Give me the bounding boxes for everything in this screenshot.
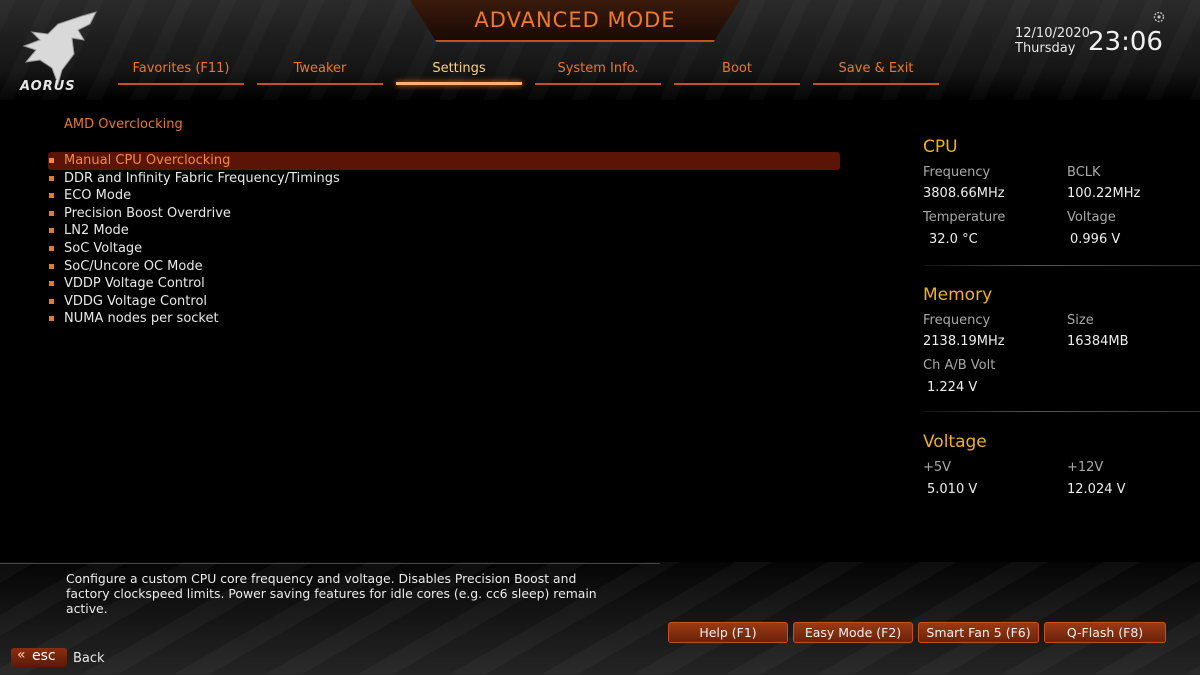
memory-volt-value: 1.224 V bbox=[927, 380, 978, 395]
memory-size-value: 16384MB bbox=[1067, 334, 1129, 349]
double-chevron-left-icon: « bbox=[17, 647, 26, 663]
smart-fan-button[interactable]: Smart Fan 5 (F6) bbox=[918, 622, 1039, 643]
plus12v-label: +12V bbox=[1067, 460, 1104, 475]
page-title: ADVANCED MODE bbox=[474, 8, 676, 32]
memory-frequency-label: Frequency bbox=[923, 313, 991, 328]
section-title: AMD Overclocking bbox=[64, 117, 183, 132]
cpu-voltage-label: Voltage bbox=[1067, 210, 1116, 225]
tab-underline bbox=[118, 83, 244, 85]
back-label[interactable]: Back bbox=[73, 651, 105, 666]
plus12v-value: 12.024 V bbox=[1067, 482, 1126, 497]
tab-label: System Info. bbox=[557, 61, 639, 76]
bullet-icon bbox=[49, 193, 54, 199]
bullet-icon bbox=[49, 298, 54, 304]
bullet-icon bbox=[49, 158, 54, 163]
menu-item-label: ECO Mode bbox=[64, 188, 132, 204]
cpu-panel: CPU Frequency BCLK 3808.66MHz 100.22MHz … bbox=[923, 137, 1200, 266]
bullet-icon bbox=[49, 245, 54, 251]
gear-icon[interactable] bbox=[1153, 11, 1165, 23]
divider bbox=[0, 563, 660, 564]
memory-heading: Memory bbox=[923, 285, 993, 305]
easy-mode-button[interactable]: Easy Mode (F2) bbox=[793, 622, 913, 643]
menu-item-label: SoC Voltage bbox=[64, 240, 143, 256]
cpu-temperature-value: 32.0 °C bbox=[929, 232, 978, 247]
tab-label: Tweaker bbox=[293, 61, 347, 76]
memory-panel: Memory Frequency Size 2138.19MHz 16384MB… bbox=[923, 285, 1200, 412]
tab-label: Boot bbox=[722, 61, 752, 76]
memory-size-label: Size bbox=[1067, 313, 1094, 328]
menu-item-soc-voltage[interactable]: SoC Voltage bbox=[48, 240, 840, 258]
menu-item-ln2-mode[interactable]: LN2 Mode bbox=[48, 222, 840, 240]
bullet-icon bbox=[49, 228, 54, 234]
cpu-temperature-label: Temperature bbox=[923, 210, 1006, 225]
help-button[interactable]: Help (F1) bbox=[668, 622, 788, 643]
esc-button[interactable]: « esc bbox=[11, 647, 67, 667]
tab-underline bbox=[535, 83, 661, 85]
menu-item-label: Precision Boost Overdrive bbox=[64, 205, 231, 221]
cpu-voltage-value: 0.996 V bbox=[1070, 232, 1121, 247]
tab-label: Save & Exit bbox=[838, 61, 914, 76]
bullet-icon bbox=[49, 263, 54, 269]
weekday-text: Thursday bbox=[1015, 41, 1076, 56]
menu-item-label: SoC/Uncore OC Mode bbox=[64, 258, 203, 274]
menu-item-vddp-voltage-control[interactable]: VDDP Voltage Control bbox=[48, 275, 840, 293]
menu-item-eco-mode[interactable]: ECO Mode bbox=[48, 187, 840, 205]
memory-volt-label: Ch A/B Volt bbox=[923, 358, 996, 373]
menu-item-soc-uncore-oc-mode[interactable]: SoC/Uncore OC Mode bbox=[48, 258, 840, 276]
tab-settings[interactable]: Settings bbox=[396, 61, 522, 85]
divider bbox=[923, 411, 1200, 412]
bullet-icon bbox=[49, 281, 54, 287]
tab-underline bbox=[396, 82, 522, 85]
q-flash-button[interactable]: Q-Flash (F8) bbox=[1044, 622, 1166, 643]
tab-save-exit[interactable]: Save & Exit bbox=[813, 61, 939, 85]
menu-item-label: VDDG Voltage Control bbox=[64, 293, 208, 309]
esc-label: esc bbox=[32, 648, 56, 664]
divider bbox=[923, 265, 1200, 266]
tab-label: Settings bbox=[432, 61, 486, 76]
cpu-heading: CPU bbox=[923, 137, 958, 157]
cpu-bclk-label: BCLK bbox=[1067, 165, 1101, 180]
date-text: 12/10/2020 bbox=[1015, 26, 1090, 41]
date-display: 12/10/2020 Thursday bbox=[1015, 26, 1090, 56]
tab-system-info[interactable]: System Info. bbox=[535, 61, 661, 85]
bullet-icon bbox=[49, 210, 54, 216]
bullet-icon bbox=[49, 316, 54, 322]
tab-underline bbox=[813, 83, 939, 85]
plus5v-label: +5V bbox=[923, 460, 952, 475]
menu-item-label: VDDP Voltage Control bbox=[64, 276, 205, 292]
voltage-heading: Voltage bbox=[923, 432, 987, 452]
menu-item-numa-nodes[interactable]: NUMA nodes per socket bbox=[48, 310, 840, 328]
plus5v-value: 5.010 V bbox=[927, 482, 978, 497]
tab-underline bbox=[674, 83, 800, 85]
menu-item-label: DDR and Infinity Fabric Frequency/Timing… bbox=[64, 170, 340, 186]
settings-menu: Manual CPU Overclocking DDR and Infinity… bbox=[48, 152, 840, 328]
clock: 23:06 bbox=[1088, 27, 1163, 57]
tab-tweaker[interactable]: Tweaker bbox=[257, 61, 383, 85]
menu-item-label: LN2 Mode bbox=[64, 223, 129, 239]
cpu-frequency-label: Frequency bbox=[923, 165, 991, 180]
brand-wordmark: AORUS bbox=[20, 79, 76, 94]
voltage-panel: Voltage +5V +12V 5.010 V 12.024 V bbox=[923, 432, 1200, 497]
tab-underline bbox=[257, 83, 383, 85]
menu-item-label: Manual CPU Overclocking bbox=[64, 153, 231, 168]
menu-item-vddg-voltage-control[interactable]: VDDG Voltage Control bbox=[48, 293, 840, 311]
menu-item-manual-cpu-overclocking[interactable]: Manual CPU Overclocking bbox=[48, 152, 840, 170]
cpu-frequency-value: 3808.66MHz bbox=[923, 186, 1005, 201]
help-description: Configure a custom CPU core frequency an… bbox=[66, 571, 597, 616]
bullet-icon bbox=[49, 175, 54, 181]
cpu-bclk-value: 100.22MHz bbox=[1067, 186, 1141, 201]
tab-boot[interactable]: Boot bbox=[674, 61, 800, 85]
memory-frequency-value: 2138.19MHz bbox=[923, 334, 1005, 349]
menu-item-ddr-infinity-fabric[interactable]: DDR and Infinity Fabric Frequency/Timing… bbox=[48, 170, 840, 188]
menu-item-precision-boost-overdrive[interactable]: Precision Boost Overdrive bbox=[48, 205, 840, 223]
tab-favorites[interactable]: Favorites (F11) bbox=[118, 61, 244, 85]
menu-item-label: NUMA nodes per socket bbox=[64, 311, 219, 327]
tab-label: Favorites (F11) bbox=[132, 61, 230, 76]
